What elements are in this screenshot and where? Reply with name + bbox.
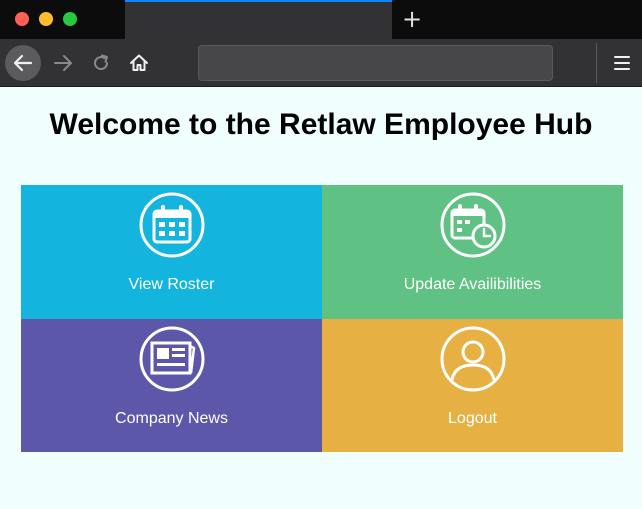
active-tab[interactable] [125,0,392,39]
hub-tile-grid: View Roster Update Availibilities Compan… [21,185,623,452]
back-button[interactable] [5,45,41,81]
logout-tile[interactable]: Logout [322,318,623,452]
forward-arrow-icon [54,55,72,71]
menu-button[interactable] [604,45,640,81]
user-profile-icon [440,326,506,391]
browser-toolbar [0,39,642,87]
logout-label: Logout [448,409,497,427]
reload-button[interactable] [83,45,119,81]
minimize-window-icon[interactable] [39,12,53,26]
hamburger-menu-icon [614,56,630,70]
home-icon [130,54,148,71]
calendar-clock-icon [440,192,506,258]
calendar-icon [139,192,205,258]
close-window-icon[interactable] [15,12,29,26]
company-news-tile[interactable]: Company News [21,318,322,452]
newspaper-icon [139,326,205,391]
plus-icon: + [401,5,423,33]
back-arrow-icon [13,54,33,72]
view-roster-tile[interactable]: View Roster [21,185,322,319]
page-title: Welcome to the Retlaw Employee Hub [49,108,593,141]
home-button[interactable] [121,45,157,81]
toolbar-divider [596,43,597,83]
new-tab-button[interactable]: + [400,6,424,32]
update-availabilities-label: Update Availibilities [403,276,542,293]
company-news-label: Company News [115,409,228,427]
view-roster-label: View Roster [128,276,215,293]
address-bar[interactable] [198,45,553,81]
maximize-window-icon[interactable] [63,12,77,26]
reload-icon [94,54,109,71]
update-availabilities-tile[interactable]: Update Availibilities [322,185,623,319]
forward-button[interactable] [45,45,81,81]
browser-tab-bar: + [0,0,642,39]
